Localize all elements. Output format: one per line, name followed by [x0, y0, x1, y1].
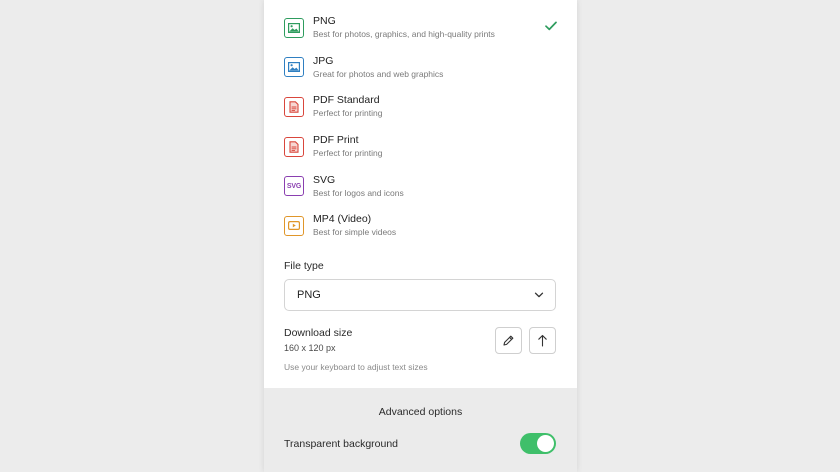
transparent-background-toggle[interactable] [520, 433, 556, 454]
format-name: PNG [313, 15, 336, 28]
image-icon [284, 17, 304, 38]
file-type-select[interactable]: PNG [284, 279, 556, 311]
download-size-value: 160 x 120 px [284, 343, 336, 353]
image-icon [284, 57, 304, 78]
chevron-down-icon [534, 292, 544, 298]
format-desc: Best for simple videos [313, 227, 397, 238]
advanced-options-section: Advanced options Transparent background [264, 388, 577, 472]
pencil-icon [503, 335, 514, 346]
format-text: MP4 (Video) Best for simple videos [313, 213, 396, 238]
edit-size-button[interactable] [495, 327, 522, 354]
format-text: PDF Print Perfect for printing [313, 134, 382, 159]
format-desc: Best for photos, graphics, and high-qual… [313, 29, 495, 40]
format-list: PNG Best for photos, graphics, and high-… [264, 8, 577, 246]
format-item-pdf-standard[interactable]: PDF Standard Perfect for printing [264, 87, 577, 127]
format-desc: Great for photos and web graphics [313, 68, 444, 79]
format-text: SVG Best for logos and icons [313, 174, 404, 199]
arrow-up-icon [538, 334, 547, 347]
format-text: PDF Standard Perfect for printing [313, 94, 382, 119]
format-desc: Best for logos and icons [313, 187, 404, 198]
download-size-label: Download size [284, 327, 353, 339]
format-text: PNG Best for photos, graphics, and high-… [313, 15, 495, 40]
file-type-label: File type [284, 260, 324, 272]
checkmark-icon [545, 21, 557, 31]
format-text: JPG Great for photos and web graphics [313, 55, 443, 80]
advanced-options-title: Advanced options [378, 406, 463, 418]
format-item-mp4[interactable]: MP4 (Video) Best for simple videos [264, 206, 577, 246]
transparent-background-label: Transparent background [284, 438, 399, 450]
format-item-svg[interactable]: SVG SVG Best for logos and icons [264, 166, 577, 206]
format-item-jpg[interactable]: JPG Great for photos and web graphics [264, 48, 577, 88]
upload-button[interactable] [529, 327, 556, 354]
svg-icon-label: SVG [286, 182, 302, 190]
file-type-value: PNG [297, 289, 321, 301]
format-name: JPG [313, 54, 334, 67]
keyboard-hint: Use your keyboard to adjust text sizes [284, 362, 428, 372]
document-icon [284, 136, 304, 157]
format-name: SVG [313, 173, 336, 186]
format-name: PDF Print [313, 134, 359, 147]
svg-icon: SVG [284, 176, 304, 197]
format-desc: Perfect for printing [313, 148, 383, 159]
format-item-png[interactable]: PNG Best for photos, graphics, and high-… [264, 8, 577, 48]
format-name: PDF Standard [313, 94, 380, 107]
download-panel: PNG Best for photos, graphics, and high-… [264, 0, 577, 472]
format-name: MP4 (Video) [313, 213, 372, 226]
format-item-pdf-print[interactable]: PDF Print Perfect for printing [264, 127, 577, 167]
toggle-knob [537, 435, 554, 452]
document-icon [284, 96, 304, 117]
video-icon [284, 215, 304, 236]
format-desc: Perfect for printing [313, 108, 383, 119]
